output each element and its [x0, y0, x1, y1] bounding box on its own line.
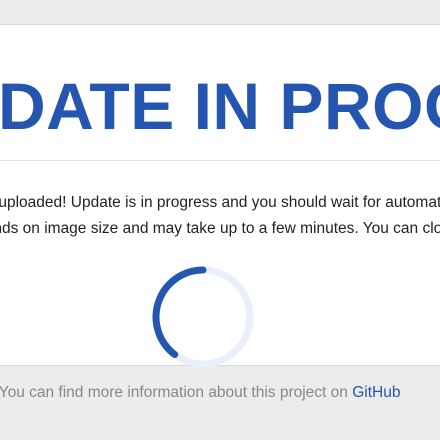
- footer-text: You can find more information about this…: [0, 384, 353, 401]
- status-message-line-2: This depends on image size and may take …: [0, 220, 440, 237]
- page-title: UPDATE IN PROGRESS: [0, 69, 440, 143]
- spinner-arc: [152, 266, 207, 358]
- status-message-line-1: File uploaded! Update is in progress and…: [0, 194, 440, 211]
- footer: You can find more information about this…: [0, 384, 400, 402]
- page: UPDATE IN PROGRESS File uploaded! Update…: [0, 0, 440, 440]
- update-card: UPDATE IN PROGRESS File uploaded! Update…: [0, 24, 440, 368]
- github-link[interactable]: GitHub: [352, 384, 400, 401]
- loading-spinner-icon: [152, 266, 254, 368]
- title-divider: [0, 160, 440, 161]
